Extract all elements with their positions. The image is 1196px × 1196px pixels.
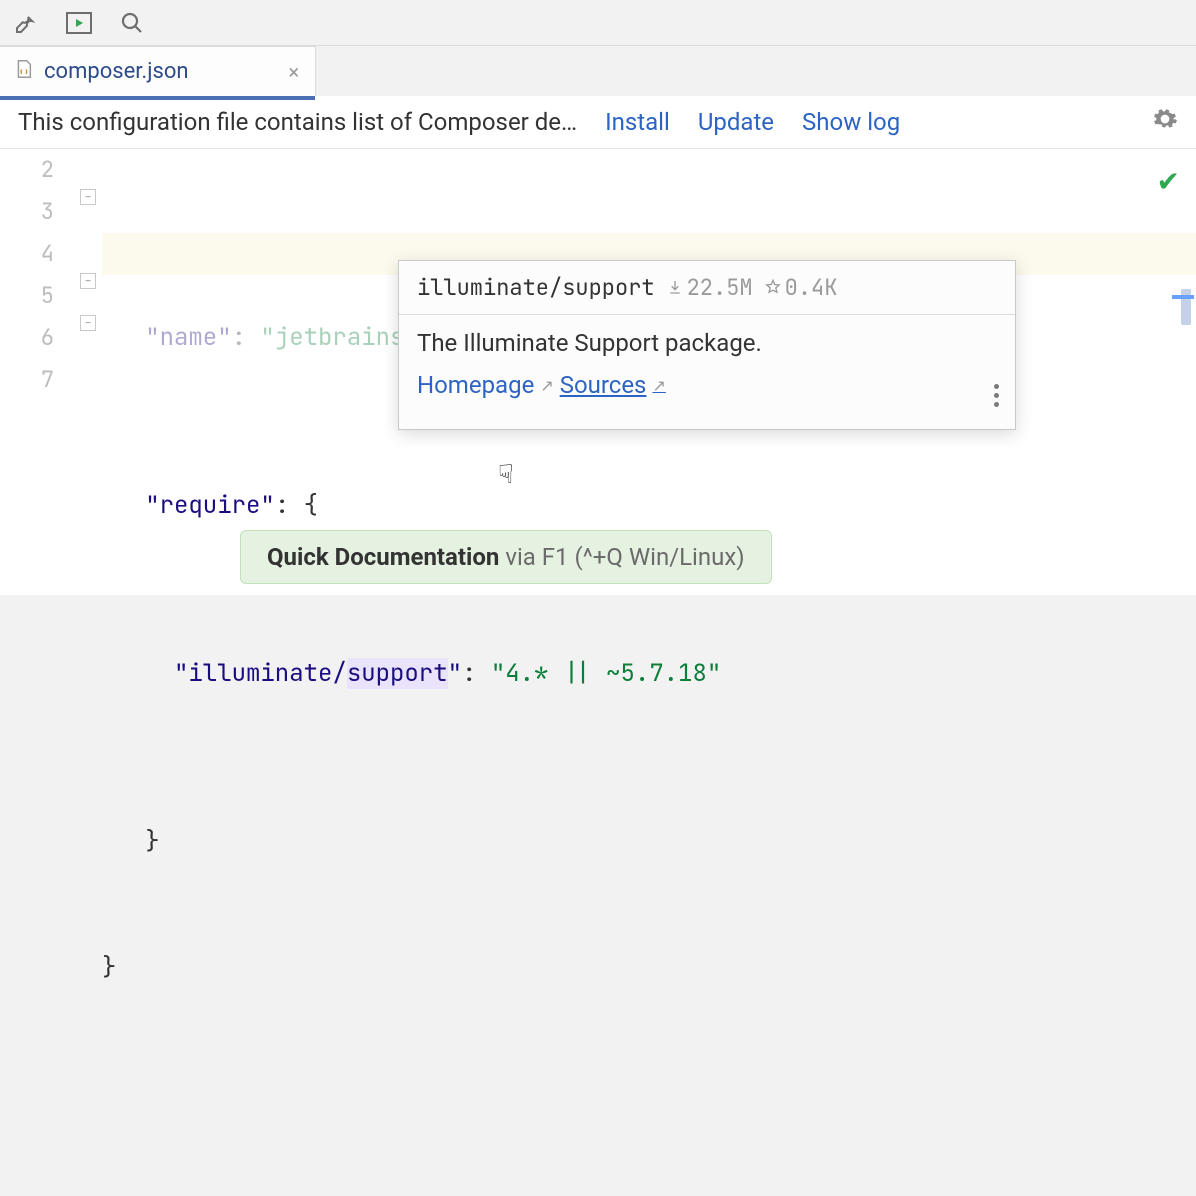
install-link[interactable]: Install: [605, 108, 670, 136]
search-icon[interactable]: [120, 11, 144, 35]
quick-doc-popup: illuminate/support 22.5M 0.4K The Illumi…: [398, 260, 1016, 430]
fold-toggle-icon[interactable]: −: [80, 315, 96, 331]
update-link[interactable]: Update: [698, 108, 774, 136]
sources-link[interactable]: Sources↗: [560, 371, 666, 399]
highlighted-token: support: [347, 658, 448, 689]
composer-notice-bar: This configuration file contains list of…: [0, 96, 1196, 149]
tab-composer-json[interactable]: composer.json ×: [0, 46, 316, 96]
popup-more-icon[interactable]: [994, 384, 999, 407]
editor-tabbar: composer.json ×: [0, 46, 1196, 96]
line-number: 2: [0, 149, 54, 191]
package-name: illuminate/support: [417, 273, 655, 302]
line-number: 5: [0, 275, 54, 317]
run-icon[interactable]: [66, 12, 92, 34]
hint-tooltip: Quick Documentation via F1 (^+Q Win/Linu…: [240, 530, 772, 584]
line-number: 3: [0, 191, 54, 233]
homepage-link[interactable]: Homepage↗: [417, 371, 554, 399]
json-file-icon: [12, 58, 34, 86]
line-number: 4: [0, 233, 54, 275]
download-icon: [667, 273, 683, 302]
showlog-link[interactable]: Show log: [802, 108, 900, 136]
quick-doc-header: illuminate/support 22.5M 0.4K: [399, 261, 1015, 315]
stars-stat: 0.4K: [765, 273, 838, 302]
wrench-icon[interactable]: [14, 11, 38, 35]
star-icon: [765, 273, 781, 302]
line-number-gutter: 2 3 4 5 6 7: [0, 149, 78, 595]
close-icon[interactable]: ×: [289, 60, 300, 84]
fold-column: − − −: [78, 149, 102, 595]
package-description: The Illuminate Support package.: [417, 329, 997, 357]
fold-toggle-icon[interactable]: −: [80, 273, 96, 289]
line-number: 6: [0, 317, 54, 359]
tab-filename: composer.json: [44, 59, 189, 84]
inspections-ok-icon[interactable]: ✔: [1157, 161, 1180, 203]
scrollbar-marker: [1172, 295, 1194, 299]
cursor-icon: ☟: [498, 460, 514, 490]
main-toolbar: [0, 0, 1196, 46]
external-link-icon: ↗: [540, 376, 553, 395]
gear-icon[interactable]: [1152, 106, 1178, 138]
downloads-stat: 22.5M: [667, 273, 753, 302]
fold-toggle-icon[interactable]: −: [80, 189, 96, 205]
line-number: 7: [0, 359, 54, 401]
external-link-icon: ↗: [652, 376, 665, 395]
notice-text: This configuration file contains list of…: [18, 108, 577, 136]
